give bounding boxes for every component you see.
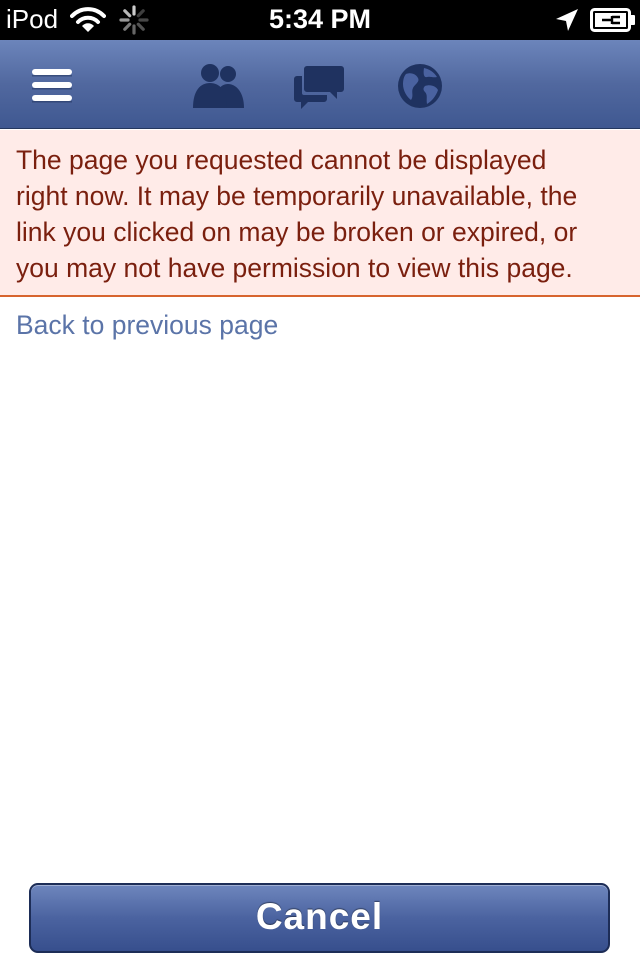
status-time: 5:34 PM: [268, 4, 372, 34]
menu-icon[interactable]: [30, 66, 74, 104]
notifications-globe-icon[interactable]: [396, 62, 444, 110]
location-arrow-icon: [556, 9, 578, 31]
error-line: right now. It may be temporarily unavail…: [16, 181, 578, 211]
error-line: The page you requested cannot be display…: [16, 145, 547, 175]
error-line: you may not have permission to view this…: [16, 253, 573, 283]
cancel-button[interactable]: Cancel: [29, 883, 610, 953]
messages-icon[interactable]: [293, 64, 345, 110]
nav-bar: [0, 40, 640, 129]
error-message: The page you requested cannot be display…: [16, 142, 624, 286]
error-message-box: The page you requested cannot be display…: [0, 130, 640, 297]
status-bar: iPod 5:34 PM: [0, 0, 640, 40]
battery-charging-icon: [590, 8, 635, 32]
error-line: link you clicked on may be broken or exp…: [16, 217, 578, 247]
friend-requests-icon[interactable]: [190, 60, 248, 110]
back-to-previous-page-link[interactable]: Back to previous page: [16, 307, 278, 343]
